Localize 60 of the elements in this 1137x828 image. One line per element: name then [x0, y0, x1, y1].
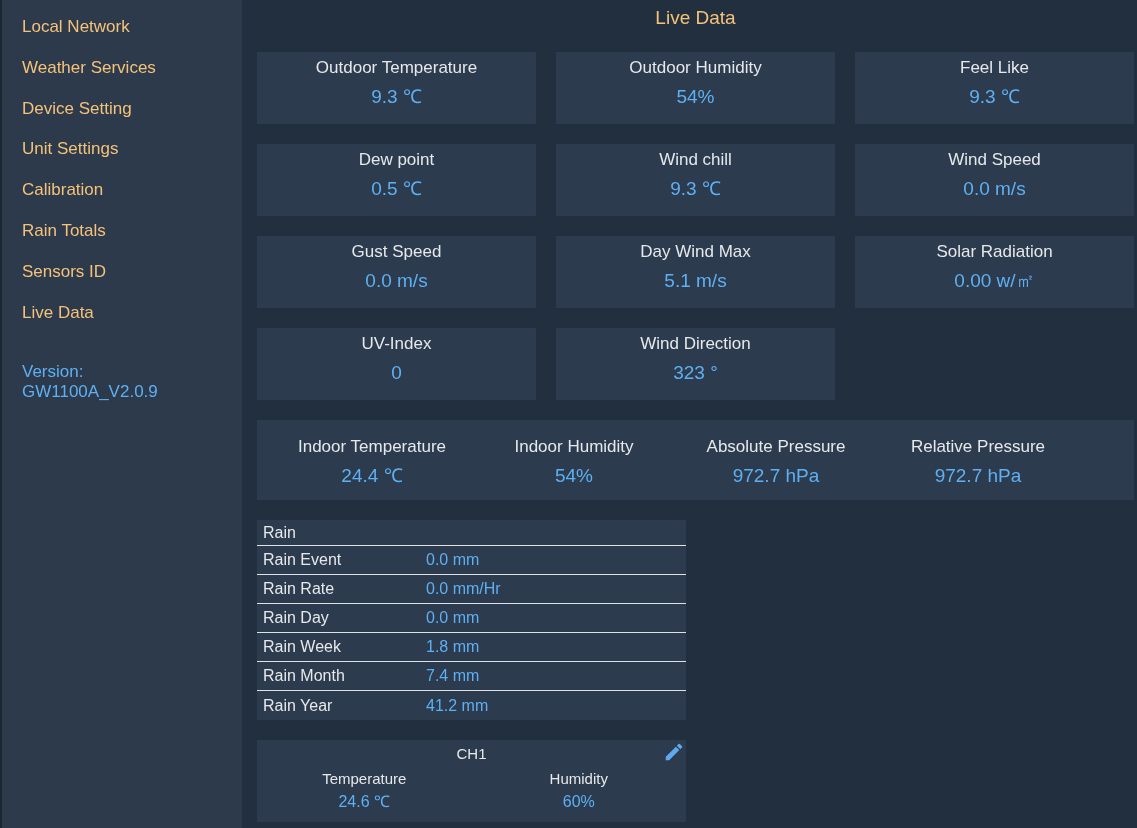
table-cell-text: Rain Year: [263, 695, 334, 716]
version-number: GW1100A_V2.0.9: [22, 382, 158, 403]
table-cell-text: Rain Week: [263, 637, 342, 657]
table-cell-text: Rain Rate: [263, 579, 336, 599]
table-cell-text: 0.0 mm: [426, 550, 480, 570]
reading-value: 9.3 ℃: [371, 86, 422, 108]
table-cell-text: 1.8 mm: [426, 637, 480, 657]
nav-link[interactable]: Calibration: [22, 170, 104, 211]
reading-value: 0.00 w/㎡: [954, 270, 1035, 292]
table-heading: Rain: [263, 522, 296, 543]
table-cell-text: 41.2 mm: [426, 695, 489, 716]
reading-value: 24.4 ℃: [341, 464, 403, 487]
reading-label: Dew point: [358, 149, 435, 171]
reading-value: 0.5 ℃: [371, 178, 422, 200]
table-cell-text: Rain Month: [263, 666, 346, 686]
reading-label: Wind chill: [659, 149, 732, 171]
reading-value: 0.0 m/s: [963, 178, 1026, 200]
nav-link[interactable]: Live Data: [22, 292, 94, 333]
table-cell-text: 0.0 mm: [426, 608, 480, 628]
reading-value: 0.0 m/s: [365, 270, 428, 292]
reading-label: Gust Speed: [351, 241, 442, 263]
reading-value: 54%: [676, 86, 715, 108]
page-title: Live Data: [655, 6, 736, 30]
nav-link[interactable]: Local Network: [22, 7, 130, 47]
nav-link[interactable]: Device Setting: [22, 88, 132, 129]
reading-label: Humidity: [549, 769, 608, 788]
reading-label: Wind Speed: [948, 149, 1041, 171]
reading-label: Temperature: [322, 769, 407, 788]
table-cell-text: Rain Day: [263, 608, 330, 628]
reading-value: 323 °: [673, 362, 718, 384]
reading-label: UV-Index: [361, 333, 432, 355]
reading-value: 60%: [562, 791, 595, 811]
reading-value: 9.3 ℃: [969, 86, 1020, 108]
pencil-icon[interactable]: [663, 741, 685, 763]
version-label: Version:: [22, 362, 84, 383]
reading-label: Relative Pressure: [910, 435, 1046, 458]
nav-link[interactable]: Weather Services: [22, 47, 156, 88]
reading-label: Absolute Pressure: [706, 435, 846, 458]
table-cell-text: 7.4 mm: [426, 666, 480, 686]
reading-value: 972.7 hPa: [934, 464, 1022, 487]
reading-value: 5.1 m/s: [664, 270, 727, 292]
reading-value: 54%: [555, 464, 593, 487]
reading-value: 972.7 hPa: [732, 464, 820, 487]
reading-value: 0: [391, 362, 402, 384]
reading-label: Wind Direction: [640, 333, 751, 355]
table-cell-text: Rain Event: [263, 550, 343, 570]
reading-label: Outdoor Humidity: [629, 57, 762, 79]
channel-title: CH1: [456, 744, 487, 764]
nav-link[interactable]: Rain Totals: [22, 211, 106, 251]
table-cell-text: 0.0 mm/Hr: [426, 579, 501, 599]
reading-value: 24.6 ℃: [338, 791, 391, 811]
reading-label: Feel Like: [960, 57, 1029, 79]
reading-label: Indoor Temperature: [297, 435, 447, 458]
reading-label: Day Wind Max: [640, 241, 751, 263]
nav-link[interactable]: Unit Settings: [22, 129, 119, 170]
reading-label: Outdoor Temperature: [315, 57, 478, 79]
reading-label: Indoor Humidity: [514, 435, 634, 458]
reading-label: Solar Radiation: [936, 241, 1053, 263]
reading-value: 9.3 ℃: [670, 178, 721, 200]
nav-link[interactable]: Sensors ID: [22, 251, 107, 292]
